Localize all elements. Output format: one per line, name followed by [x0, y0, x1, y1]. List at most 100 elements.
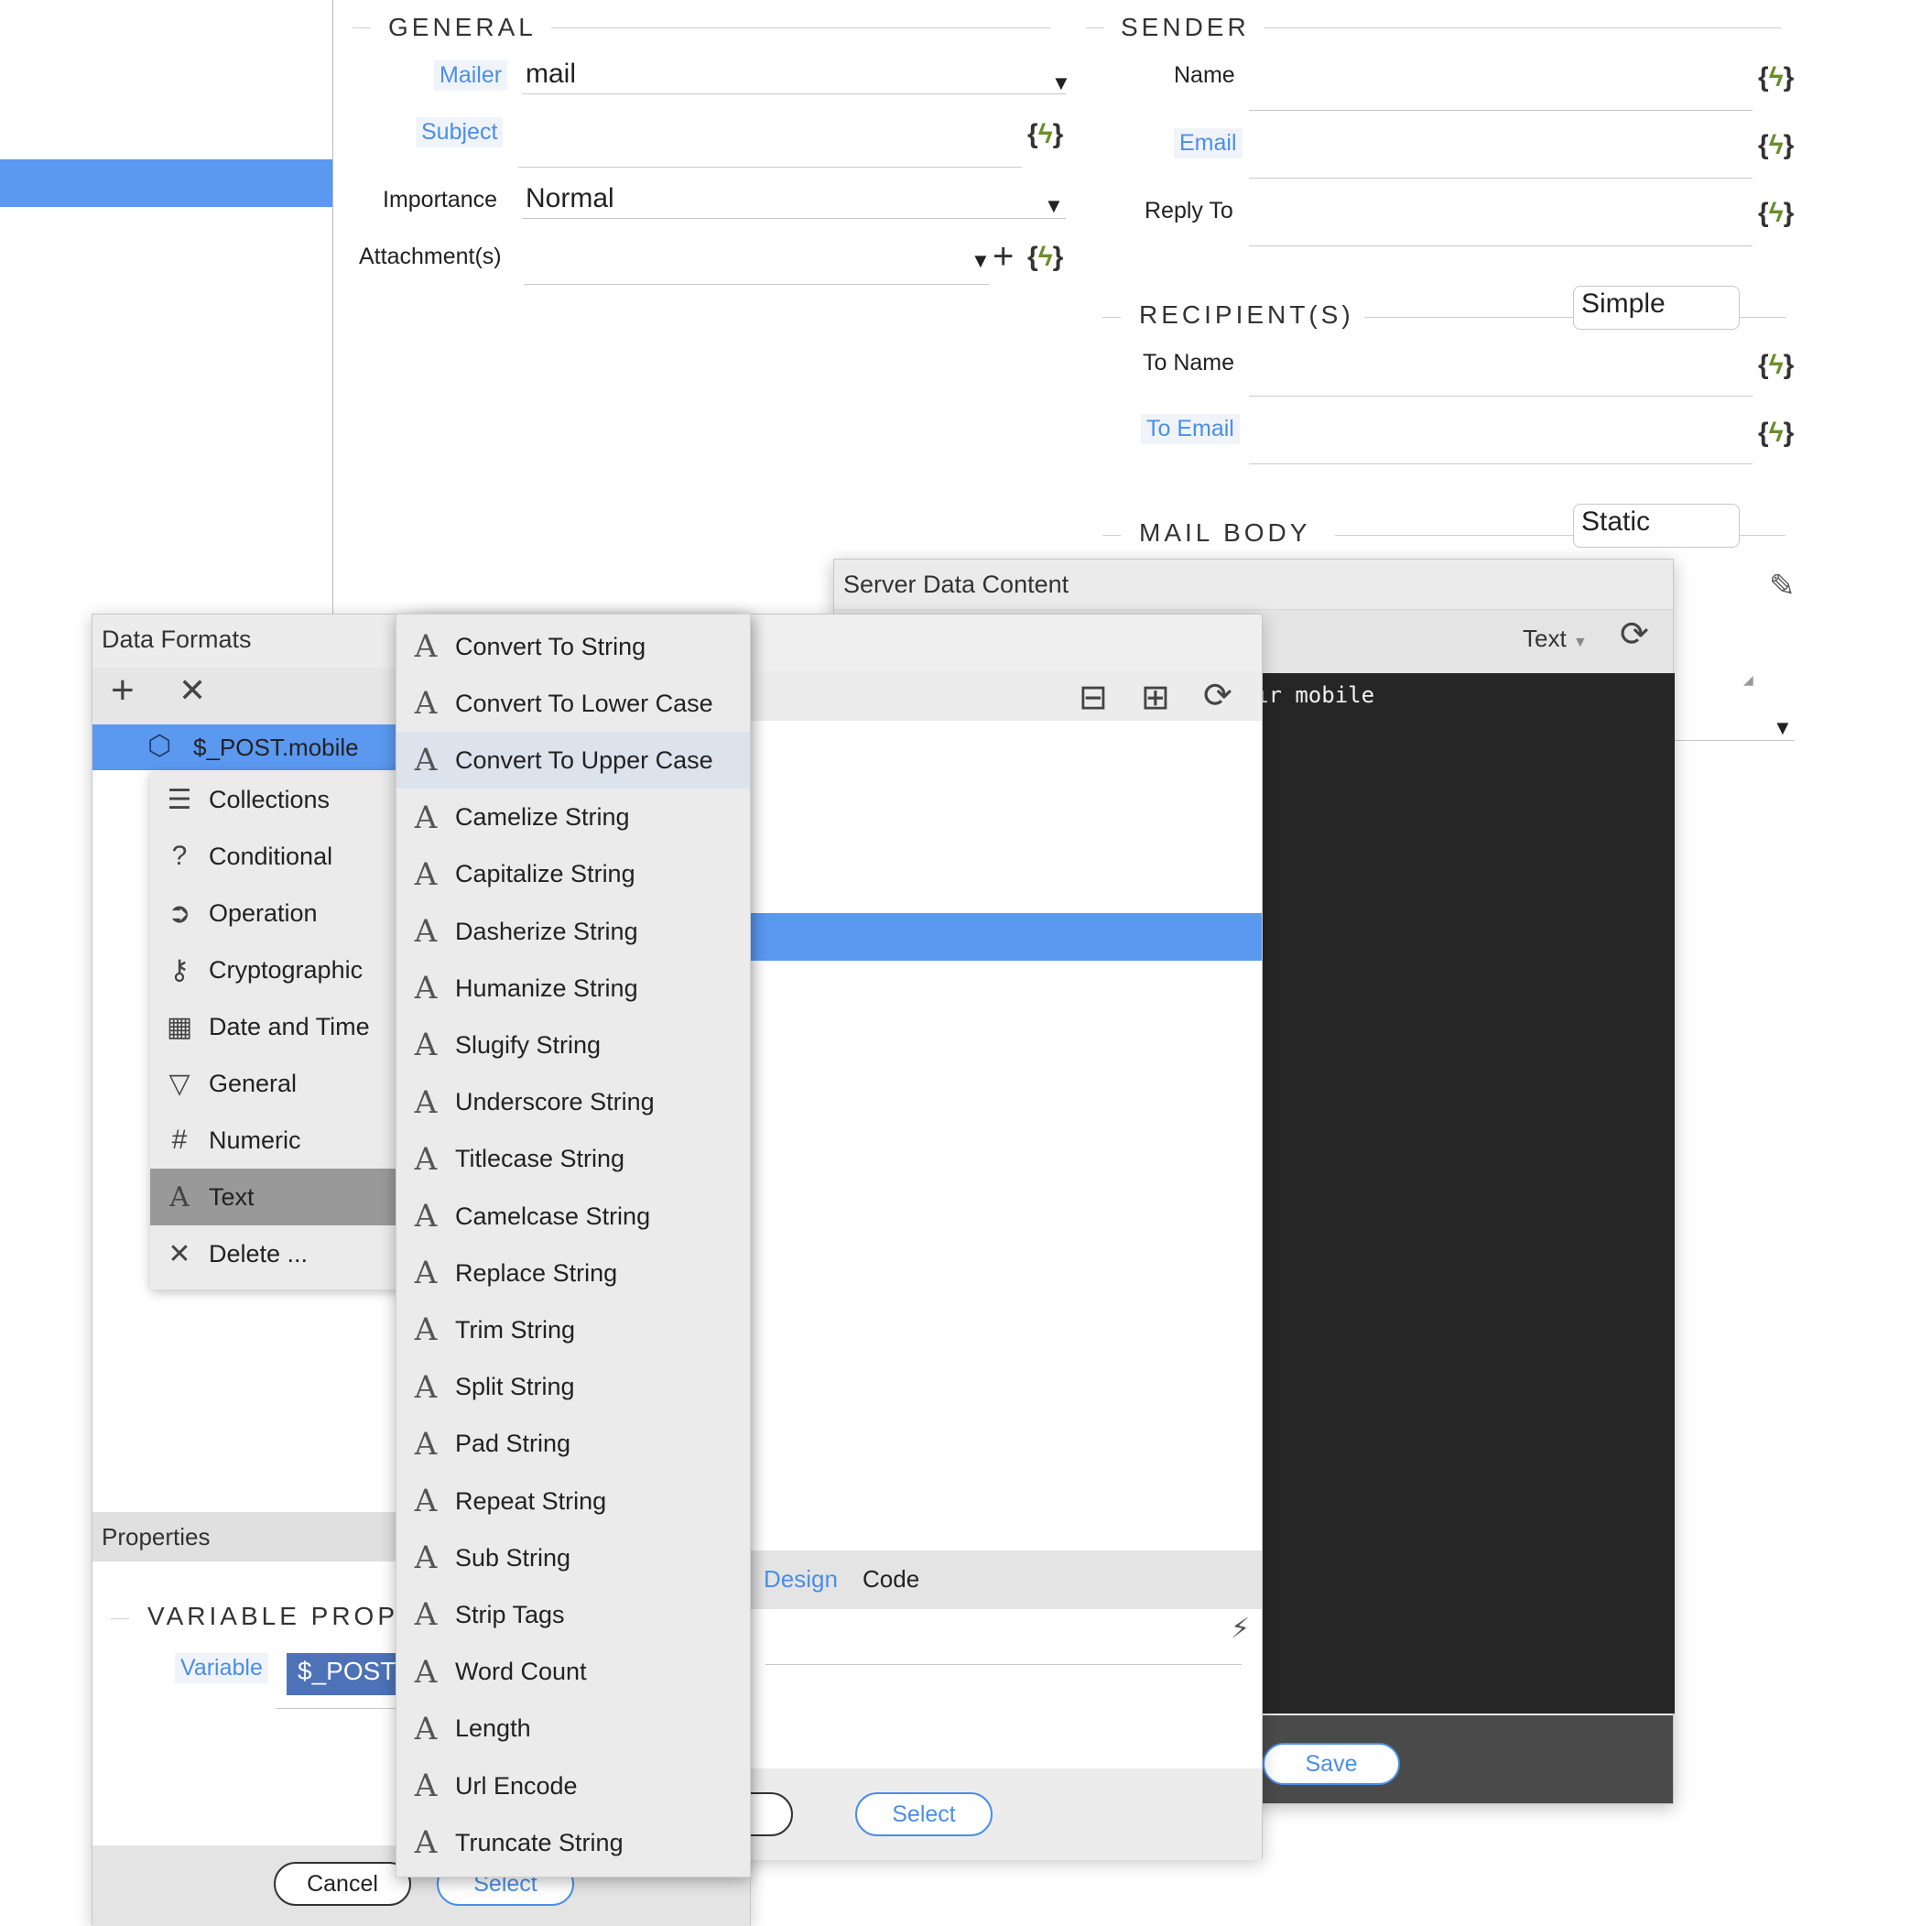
remove-icon[interactable]: ✕	[179, 671, 206, 710]
mailer-select[interactable]: mail	[526, 59, 576, 90]
submenu-item-convert-to-lower-case[interactable]: A Convert To Lower Case	[396, 675, 750, 732]
question-icon: ?	[171, 841, 188, 871]
submenu-item-truncate-string[interactable]: A Truncate String	[396, 1814, 750, 1871]
menu-item-operation[interactable]: ➲ Operation	[150, 885, 425, 941]
subject-field[interactable]	[518, 167, 1022, 168]
attachments-dropdown-icon[interactable]: ▼	[971, 249, 991, 273]
variable-label: Variable	[175, 1653, 268, 1683]
type-select[interactable]: Text ▼	[1523, 625, 1588, 653]
text-format-icon: A	[414, 1198, 438, 1235]
submenu-item-repeat-string[interactable]: A Repeat String	[396, 1473, 750, 1529]
submenu-item-label: Convert To Lower Case	[455, 689, 713, 717]
add-icon[interactable]: +	[111, 668, 135, 713]
cancel-button[interactable]: Cancel	[274, 1862, 411, 1906]
submenu-item-titlecase-string[interactable]: A Titlecase String	[396, 1131, 750, 1188]
middle-select-button[interactable]: Select	[855, 1792, 993, 1836]
submenu-item-camelize-string[interactable]: A Camelize String	[396, 789, 750, 846]
importance-select[interactable]: Normal	[526, 183, 614, 214]
expand-icon[interactable]: ⊞	[1141, 677, 1170, 718]
submenu-item-label: Repeat String	[455, 1486, 607, 1515]
left-sidebar-selected-item[interactable]	[0, 159, 332, 207]
magic-wand-icon[interactable]: ⚡	[1231, 1613, 1250, 1645]
submenu-item-humanize-string[interactable]: A Humanize String	[396, 960, 750, 1017]
mail-body-dropdown-icon[interactable]: ▼	[1773, 716, 1793, 740]
save-button[interactable]: Save	[1263, 1743, 1400, 1785]
submenu-item-capitalize-string[interactable]: A Capitalize String	[396, 846, 750, 903]
menu-item-conditional[interactable]: ? Conditional	[150, 828, 425, 885]
submenu-item-split-string[interactable]: A Split String	[396, 1359, 750, 1416]
text-format-icon: A	[414, 1653, 438, 1691]
menu-item-general[interactable]: ▽ General	[150, 1055, 425, 1112]
text-format-icon: A	[414, 1255, 438, 1292]
recipients-line-left	[1102, 317, 1121, 318]
submenu-item-dasherize-string[interactable]: A Dasherize String	[396, 903, 750, 960]
menu-item-label: Date and Time	[209, 1012, 370, 1040]
submenu-item-pad-string[interactable]: A Pad String	[396, 1416, 750, 1473]
sender-email-dynamic-data-icon[interactable]: {ϟ}	[1758, 130, 1794, 161]
menu-item-numeric[interactable]: # Numeric	[150, 1112, 425, 1169]
to-name-dynamic-data-icon[interactable]: {ϟ}	[1758, 350, 1794, 381]
submenu-item-trim-string[interactable]: A Trim String	[396, 1301, 750, 1358]
general-line-right	[551, 27, 1050, 28]
filter-icon: ▽	[168, 1068, 190, 1099]
to-email-field[interactable]	[1249, 463, 1753, 464]
submenu-item-replace-string[interactable]: A Replace String	[396, 1245, 750, 1301]
reply-to-field[interactable]	[1249, 245, 1753, 246]
sender-name-dynamic-data-icon[interactable]: {ϟ}	[1758, 62, 1794, 93]
menu-item-text[interactable]: A Text	[150, 1169, 425, 1225]
submenu-item-label: Capitalize String	[455, 860, 635, 888]
subject-dynamic-data-icon[interactable]: {ϟ}	[1027, 119, 1063, 150]
cube-icon: ⬡	[147, 731, 172, 761]
submenu-item-label: Word Count	[455, 1658, 587, 1686]
reply-to-dynamic-data-icon[interactable]: {ϟ}	[1758, 198, 1794, 229]
tab-design[interactable]: Design	[764, 1565, 838, 1594]
general-line-left	[353, 27, 371, 28]
text-format-icon: A	[414, 742, 438, 779]
tab-code[interactable]: Code	[863, 1565, 919, 1594]
mail-body-mode-select[interactable]: Static	[1573, 504, 1740, 548]
text-format-icon: A	[414, 628, 438, 665]
submenu-item-slugify-string[interactable]: A Slugify String	[396, 1017, 750, 1073]
menu-item-label: Conditional	[209, 842, 333, 870]
text-format-icon: A	[414, 1027, 438, 1064]
menu-item-label: Operation	[209, 898, 318, 927]
text-format-icon: A	[414, 1311, 438, 1349]
submenu-item-url-encode[interactable]: A Url Encode	[396, 1757, 750, 1814]
importance-dropdown-icon[interactable]: ▼	[1044, 194, 1064, 218]
middle-refresh-icon[interactable]: ⟳	[1203, 675, 1232, 716]
refresh-icon[interactable]: ⟳	[1620, 614, 1649, 655]
resize-handle-icon[interactable]: ◢	[1743, 672, 1753, 688]
submenu-item-underscore-string[interactable]: A Underscore String	[396, 1074, 750, 1131]
text-icon: A	[169, 1181, 190, 1213]
submenu-item-convert-to-upper-case[interactable]: A Convert To Upper Case	[396, 732, 750, 789]
attachments-field[interactable]	[524, 284, 989, 285]
submenu-item-label: Camelize String	[455, 803, 630, 832]
sender-email-field[interactable]	[1249, 178, 1753, 179]
edit-pencil-icon[interactable]: ✎	[1769, 568, 1796, 604]
menu-item-date-and-time[interactable]: ▦ Date and Time	[150, 998, 425, 1055]
submenu-item-camelcase-string[interactable]: A Camelcase String	[396, 1188, 750, 1245]
menu-item-delete[interactable]: ✕ Delete ...	[150, 1225, 425, 1282]
submenu-item-label: Truncate String	[455, 1828, 624, 1856]
to-name-field[interactable]	[1249, 396, 1753, 397]
calendar-icon: ▦	[166, 1011, 193, 1042]
mailer-dropdown-icon[interactable]: ▼	[1051, 71, 1071, 95]
submenu-item-sub-string[interactable]: A Sub String	[396, 1529, 750, 1586]
to-email-dynamic-data-icon[interactable]: {ϟ}	[1758, 418, 1794, 449]
text-format-icon: A	[414, 1083, 438, 1121]
add-attachment-icon[interactable]: +	[993, 236, 1014, 277]
menu-item-cryptographic[interactable]: ⚷ Cryptographic	[150, 941, 425, 998]
attachments-dynamic-data-icon[interactable]: {ϟ}	[1027, 242, 1063, 273]
format-category-menu: ☰ Collections ? Conditional ➲ Operation …	[150, 771, 425, 1289]
collapse-icon[interactable]: ⊟	[1079, 677, 1108, 718]
sender-name-field[interactable]	[1249, 110, 1753, 111]
variable-props-title: VARIABLE PROPE	[147, 1602, 419, 1630]
text-format-icon: A	[414, 1768, 438, 1804]
submenu-item-word-count[interactable]: A Word Count	[396, 1644, 750, 1701]
submenu-item-length[interactable]: A Length	[396, 1701, 750, 1757]
submenu-item-strip-tags[interactable]: A Strip Tags	[396, 1586, 750, 1643]
menu-item-label: Text	[209, 1182, 255, 1211]
submenu-item-convert-to-string[interactable]: A Convert To String	[396, 618, 750, 675]
menu-item-collections[interactable]: ☰ Collections	[150, 771, 425, 828]
recipients-mode-select[interactable]: Simple	[1573, 286, 1740, 330]
